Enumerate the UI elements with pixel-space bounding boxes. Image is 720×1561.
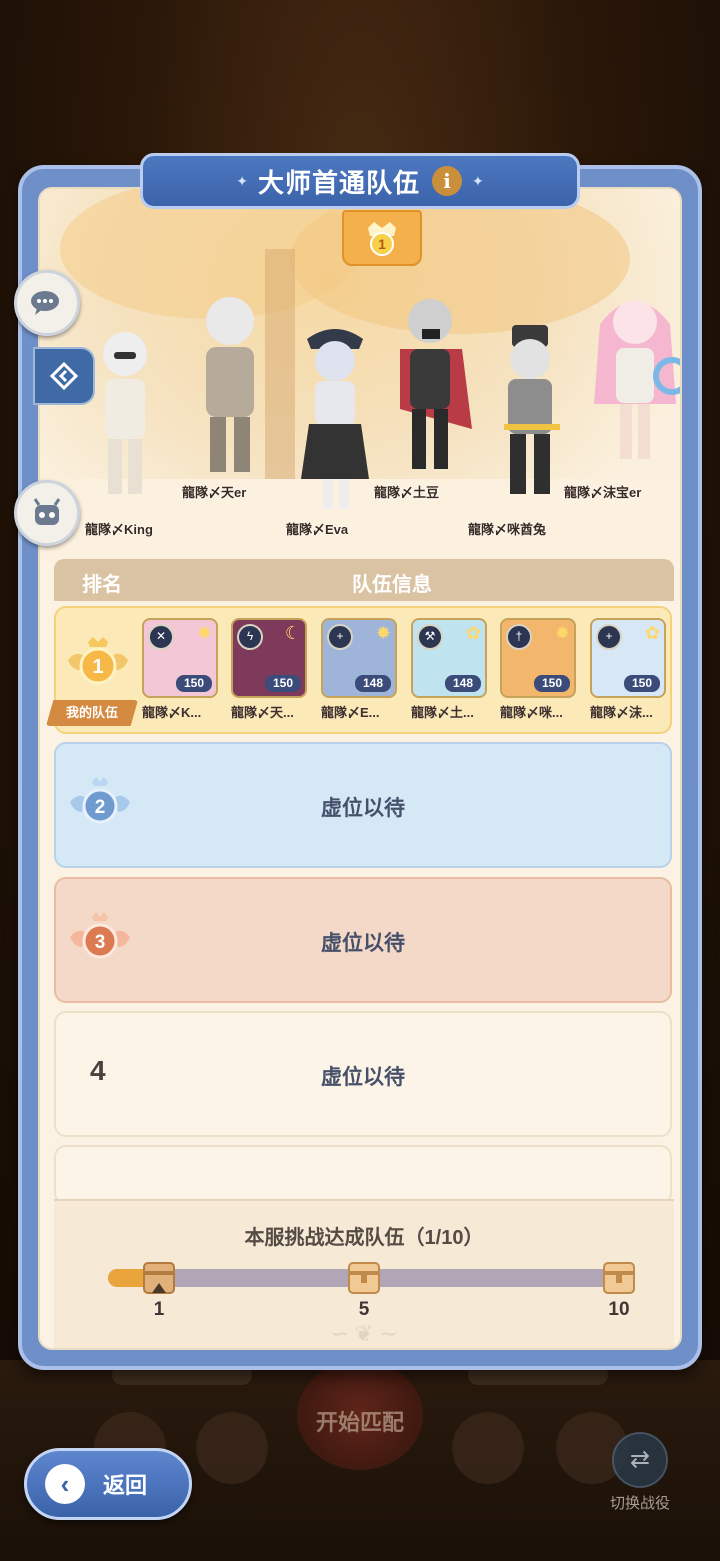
- chat-button[interactable]: [14, 270, 80, 336]
- rank-1-badge-icon: 1: [68, 637, 128, 685]
- page-title: 大师首通队伍: [257, 167, 420, 198]
- hero-portrait: + ✿ 150: [590, 618, 666, 698]
- star-icon: ✦: [472, 172, 484, 189]
- team-showcase: 1 龍隊〆King 龍隊〆天er 龍隊〆Eva 龍隊〆土豆 龍隊〆咪酋兔 龍隊〆…: [40, 189, 680, 561]
- back-button[interactable]: ‹ 返回: [24, 1448, 192, 1520]
- team-hero[interactable]: ⚒ ✿ 148 龍隊〆土...: [411, 618, 491, 721]
- character-name: 龍隊〆沫宝er: [564, 485, 642, 500]
- header-rank: 排名: [82, 574, 122, 596]
- ranking-row-4[interactable]: 4 虚位以待: [54, 1011, 672, 1137]
- hero-portrait: † ✹ 150: [500, 618, 576, 698]
- empty-slot-text: 虚位以待: [321, 797, 405, 820]
- hammer-icon: ⚒: [417, 624, 443, 650]
- moon-icon: ☾: [284, 623, 301, 643]
- milestone-label: 10: [608, 1299, 630, 1320]
- hero-name: 龍隊〆天...: [231, 705, 294, 720]
- hero-level: 150: [624, 675, 660, 692]
- sun-icon: ✹: [375, 623, 391, 643]
- chest-icon[interactable]: [347, 1257, 381, 1295]
- team-hero[interactable]: + ✿ 150 龍隊〆沫...: [590, 618, 670, 721]
- palm-icon: ✿: [465, 623, 481, 643]
- dual-blade-icon: ✕: [148, 624, 174, 650]
- background-card: [196, 1412, 268, 1484]
- ranking-row-3[interactable]: 3 虚位以待: [54, 877, 672, 1003]
- hero-name: 龍隊〆K...: [142, 705, 202, 720]
- ranking-row-2[interactable]: 2 虚位以待: [54, 742, 672, 868]
- hero-portrait: + ✹ 148: [321, 618, 397, 698]
- back-label: 返回: [103, 1473, 148, 1498]
- rank-crown-icon: 1: [368, 222, 396, 256]
- hero-level: 150: [176, 675, 212, 692]
- character-name: 龍隊〆King: [85, 522, 153, 537]
- chest-icon[interactable]: [142, 1257, 176, 1295]
- empty-slot-text: 虚位以待: [321, 932, 405, 955]
- star-icon: ✦: [236, 172, 248, 189]
- team-hero[interactable]: ϟ ☾ 150 龍隊〆天...: [231, 618, 311, 721]
- showcase-rank-flag: 1: [342, 210, 422, 266]
- sword-icon: †: [506, 624, 532, 650]
- palm-icon: ✿: [644, 623, 660, 643]
- character-name: 龍隊〆Eva: [286, 522, 349, 537]
- chat-icon: [31, 291, 59, 315]
- hero-level: 150: [534, 675, 570, 692]
- hero-name: 龍隊〆咪...: [500, 705, 563, 720]
- master-first-clear-panel: 1 龍隊〆King 龍隊〆天er 龍隊〆Eva 龍隊〆土豆 龍隊〆咪酋兔 龍隊〆…: [18, 165, 702, 1370]
- hero-name: 龍隊〆土...: [411, 705, 474, 720]
- side-tab-toggle[interactable]: [33, 347, 95, 405]
- divider: [54, 1199, 674, 1201]
- info-icon[interactable]: i: [432, 166, 462, 196]
- hero-portrait: ϟ ☾ 150: [231, 618, 307, 698]
- svg-text:1: 1: [378, 236, 386, 252]
- hero-portrait: ⚒ ✿ 148: [411, 618, 487, 698]
- character-figure: [301, 329, 369, 509]
- start-match-label: 开始匹配: [315, 1410, 404, 1435]
- ornament-icon: ∽ ❦ ∼: [330, 1321, 398, 1346]
- cross-icon: +: [596, 624, 622, 650]
- panel-content: 1 龍隊〆King 龍隊〆天er 龍隊〆Eva 龍隊〆土豆 龍隊〆咪酋兔 龍隊〆…: [38, 187, 682, 1350]
- character-name: 龍隊〆天er: [182, 485, 247, 500]
- progress-title: 本服挑战达成队伍（1/10）: [244, 1227, 484, 1249]
- background-card: [452, 1412, 524, 1484]
- character-figure: [400, 299, 472, 469]
- character-figure: [206, 297, 254, 472]
- hero-level: 150: [265, 675, 301, 692]
- milestone-label: 1: [153, 1299, 165, 1320]
- ranking-row-1[interactable]: 1 我的队伍 ✕ ✹ 150 龍隊〆K... ϟ ☾ 150 龍隊〆天... +…: [46, 606, 672, 734]
- character-name: 龍隊〆土豆: [374, 485, 440, 500]
- team-hero[interactable]: † ✹ 150 龍隊〆咪...: [500, 618, 580, 721]
- switch-campaign-button[interactable]: ⇄ 切换战役: [600, 1432, 680, 1513]
- lightning-icon: ϟ: [237, 624, 263, 650]
- svg-text:1: 1: [92, 656, 103, 678]
- character-name: 龍隊〆咪酋兔: [468, 522, 547, 537]
- ranking-table-header: 排名 队伍信息: [54, 559, 674, 601]
- hero-level: 148: [445, 675, 481, 692]
- my-team-tag: 我的队伍: [46, 700, 138, 726]
- character-figure: [594, 300, 680, 459]
- hero-name: 龍隊〆沫...: [590, 705, 653, 720]
- header-team-info: 队伍信息: [352, 574, 432, 596]
- hero-level: 148: [355, 675, 391, 692]
- robot-icon: [33, 498, 61, 525]
- cross-icon: +: [327, 624, 353, 650]
- hero-portrait: ✕ ✹ 150: [142, 618, 218, 698]
- ranking-row-5[interactable]: [54, 1145, 672, 1205]
- switch-icon: ⇄: [612, 1432, 668, 1488]
- switch-campaign-label: 切换战役: [609, 1495, 670, 1512]
- team-hero[interactable]: + ✹ 148 龍隊〆E...: [321, 618, 401, 721]
- back-arrow-icon: ‹: [45, 1464, 85, 1504]
- robot-button[interactable]: [14, 480, 80, 546]
- sun-icon: ✹: [196, 623, 212, 643]
- chest-icon[interactable]: [602, 1257, 636, 1295]
- sun-icon: ✹: [554, 623, 570, 643]
- panel-title-plate: ✦ 大师首通队伍 i ✦: [140, 153, 580, 209]
- team-hero[interactable]: ✕ ✹ 150 龍隊〆K...: [142, 618, 222, 721]
- diamond-arrow-icon: [50, 362, 78, 390]
- empty-slot-text: 虚位以待: [321, 1066, 405, 1089]
- milestone-label: 5: [358, 1299, 370, 1320]
- server-progress-section: 本服挑战达成队伍（1/10） 1 5 10 ∽ ❦ ∼: [54, 1199, 674, 1348]
- hero-name: 龍隊〆E...: [321, 705, 380, 720]
